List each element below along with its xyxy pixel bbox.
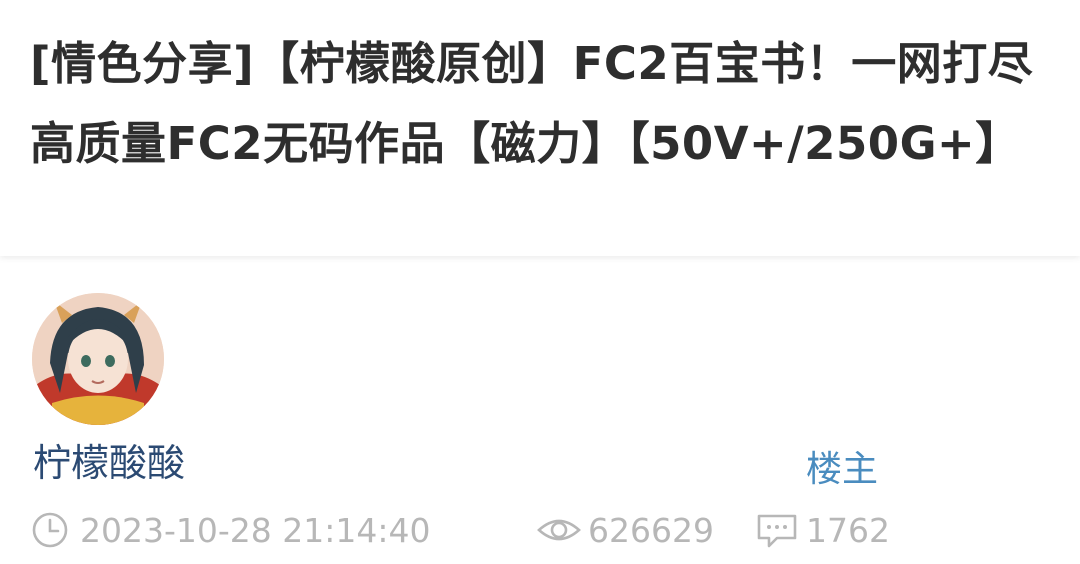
op-badge: 楼主 bbox=[806, 449, 879, 490]
avatar-image bbox=[32, 293, 164, 425]
views-value: 626629 bbox=[588, 510, 714, 550]
post-title: [情色分享]【柠檬酸原创】FC2百宝书！一网打尽高质量FC2无码作品【磁力】【5… bbox=[30, 37, 1034, 170]
author-name[interactable]: 柠檬酸酸 bbox=[33, 432, 185, 487]
comment-icon bbox=[757, 514, 797, 548]
replies-value: 1762 bbox=[806, 510, 890, 550]
view-count: 626629 bbox=[536, 508, 714, 552]
title-card: [情色分享]【柠檬酸原创】FC2百宝书！一网打尽高质量FC2无码作品【磁力】【5… bbox=[0, 0, 1080, 256]
timestamp: 2023-10-28 21:14:40 bbox=[80, 510, 431, 550]
author-avatar[interactable] bbox=[32, 293, 164, 425]
clock-icon bbox=[32, 512, 68, 548]
eye-icon bbox=[537, 519, 581, 541]
post-time: 2023-10-28 21:14:40 bbox=[30, 508, 430, 552]
reply-count: 1762 bbox=[754, 508, 890, 552]
post-meta: 2023-10-28 21:14:40 626629 1762 bbox=[30, 508, 1070, 552]
